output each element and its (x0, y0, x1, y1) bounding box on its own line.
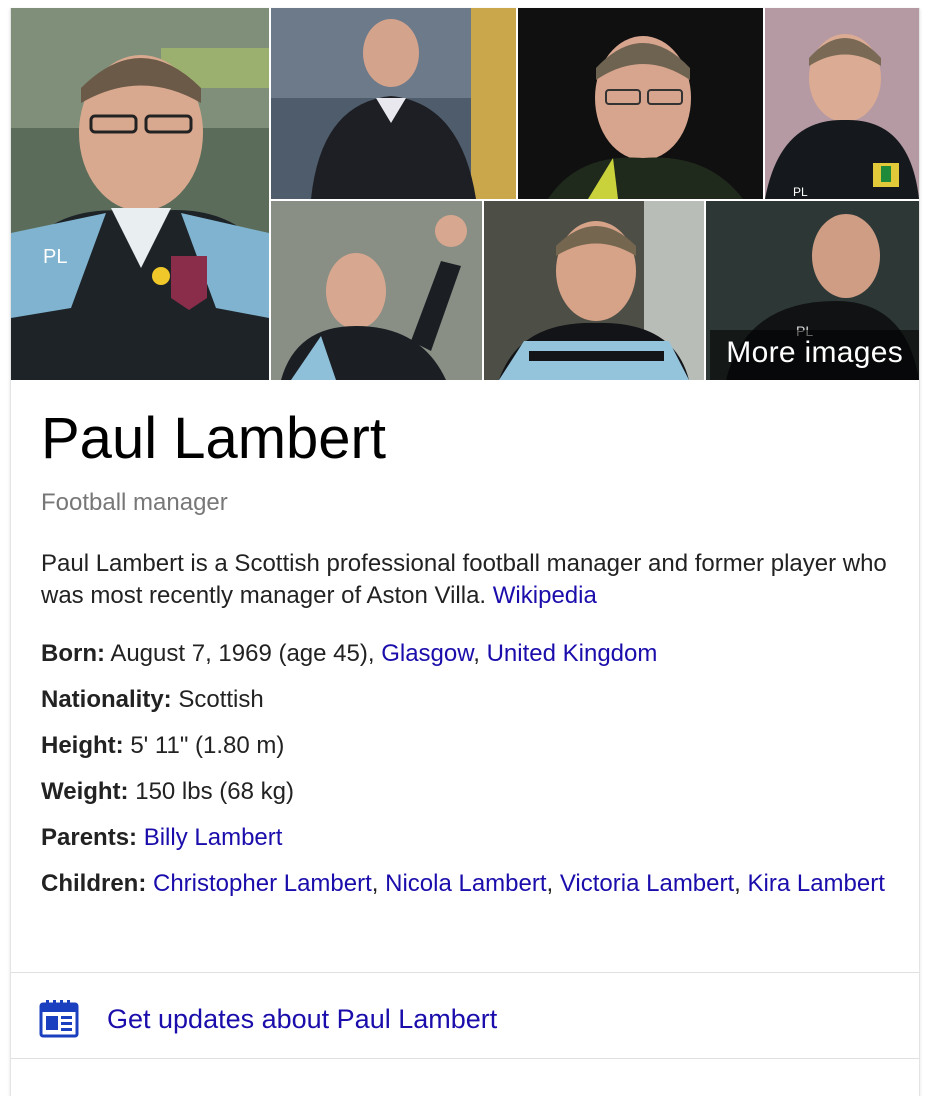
svg-text:PL: PL (43, 246, 67, 268)
fact-separator: , (546, 870, 554, 897)
fact-value: 5' 11" (1.80 m) (130, 732, 285, 759)
fact-label: Height: (41, 732, 124, 759)
fact-separator: , (473, 640, 480, 667)
fact-separator: , (734, 870, 741, 897)
fact-height: Height: 5' 11" (1.80 m) (41, 730, 891, 762)
facts-list: Born: August 7, 1969 (age 45), Glasgow, … (41, 638, 891, 914)
description-text: Paul Lambert is a Scottish professional … (41, 550, 887, 609)
photo-4[interactable]: PL (765, 8, 919, 199)
photo-6[interactable] (484, 201, 704, 380)
fact-label: Children: (41, 870, 147, 897)
image-gallery: PL PL More images (11, 8, 919, 380)
photo-2[interactable] (271, 8, 516, 199)
fact-label: Parents: (41, 824, 138, 851)
more-images-button[interactable]: More images (710, 330, 919, 380)
divider (11, 972, 919, 973)
child-link[interactable]: Victoria Lambert (560, 870, 734, 897)
fact-parents: Parents: Billy Lambert (41, 822, 891, 854)
newspaper-icon (39, 1000, 79, 1038)
photo-3[interactable] (518, 8, 763, 199)
fact-nationality: Nationality: Scottish (41, 684, 891, 716)
birthplace-city-link[interactable]: Glasgow (381, 640, 473, 667)
photo-7[interactable]: PL More images (706, 201, 919, 380)
divider (11, 1058, 919, 1059)
fact-label: Born: (41, 640, 105, 667)
fact-born: Born: August 7, 1969 (age 45), Glasgow, … (41, 638, 891, 670)
photo-main[interactable]: PL (11, 8, 269, 380)
child-link[interactable]: Nicola Lambert (385, 870, 546, 897)
get-updates-button[interactable]: Get updates about Paul Lambert (11, 974, 919, 1060)
entity-title: Paul Lambert (41, 406, 386, 471)
photo-5[interactable] (271, 201, 482, 380)
fact-children: Children: Christopher Lambert, Nicola La… (41, 868, 891, 900)
entity-description: Paul Lambert is a Scottish professional … (41, 548, 891, 612)
birthplace-country-link[interactable]: United Kingdom (487, 640, 658, 667)
parent-link[interactable]: Billy Lambert (144, 824, 283, 851)
get-updates-label: Get updates about Paul Lambert (107, 1004, 498, 1034)
fact-label: Nationality: (41, 686, 172, 713)
knowledge-panel: PL PL More images Paul Lambert Football … (10, 8, 920, 1096)
child-link[interactable]: Christopher Lambert (153, 870, 372, 897)
svg-text:PL: PL (793, 185, 808, 199)
fact-value: Scottish (178, 686, 264, 713)
fact-label: Weight: (41, 778, 129, 805)
fact-value: August 7, 1969 (age 45), (110, 640, 375, 667)
entity-subtitle: Football manager (41, 489, 228, 516)
fact-weight: Weight: 150 lbs (68 kg) (41, 776, 891, 808)
fact-separator: , (371, 870, 379, 897)
wikipedia-link[interactable]: Wikipedia (493, 582, 597, 609)
fact-value: 150 lbs (68 kg) (135, 778, 294, 805)
child-link[interactable]: Kira Lambert (748, 870, 885, 897)
